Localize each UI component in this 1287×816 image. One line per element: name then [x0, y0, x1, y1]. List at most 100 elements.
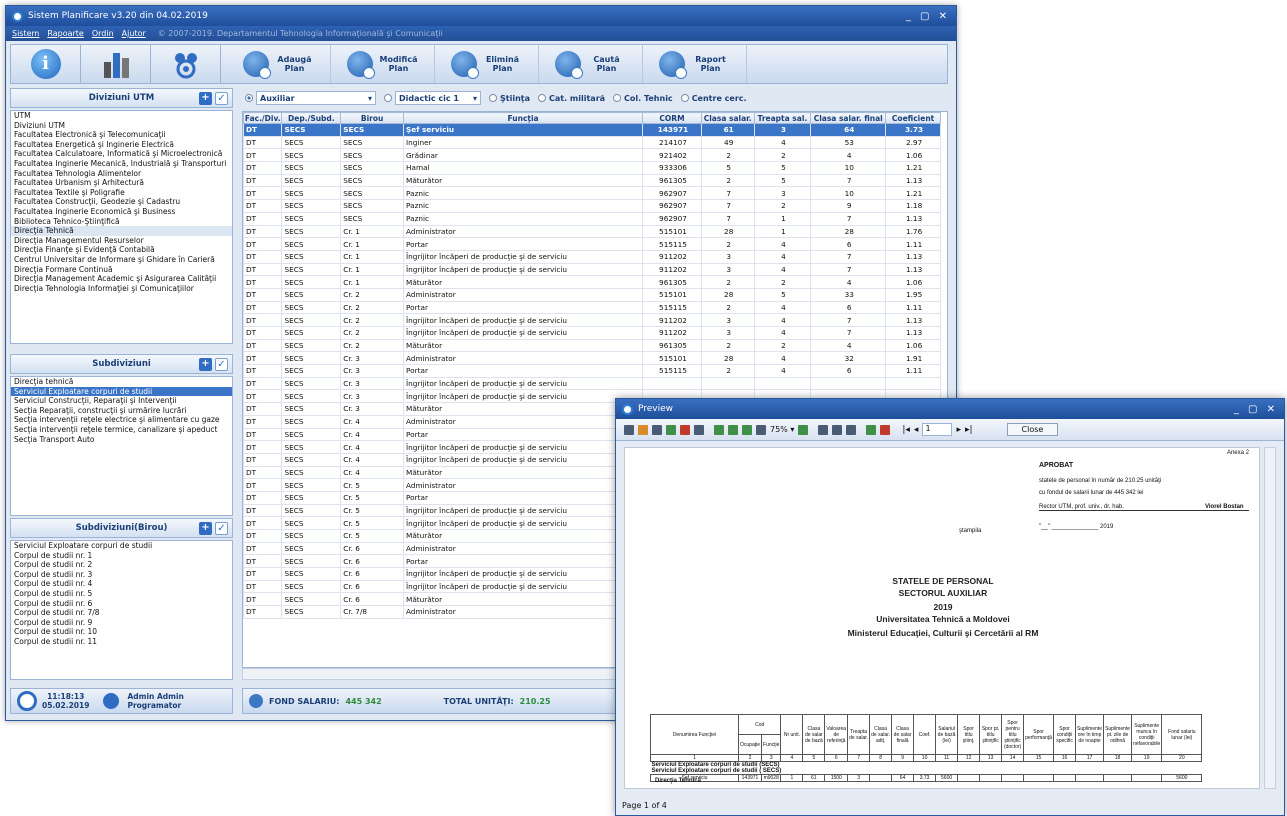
- list-item[interactable]: Facultatea Energetică şi Inginerie Elect…: [11, 140, 232, 150]
- list-item[interactable]: Secţia Reparaţii, construcţii şi urmărir…: [11, 406, 232, 416]
- list-item[interactable]: Serviciul Exploatare corpuri de studii: [11, 541, 232, 551]
- list-item[interactable]: Facultatea Inginerie Economică şi Busine…: [11, 207, 232, 217]
- add-plan-button[interactable]: Adaugă Plan: [227, 45, 331, 83]
- table-row[interactable]: DT SECS Cr. 3 Îngrijitor încăperi de produc…: [243, 376, 941, 391]
- list-item[interactable]: Corpul de studii nr. 4: [11, 579, 232, 589]
- list-item[interactable]: Direcţia Managementul Resurselor: [11, 236, 232, 246]
- list-item[interactable]: Corpul de studii nr. 5: [11, 589, 232, 599]
- menu-ordin[interactable]: Ordin: [92, 29, 114, 38]
- find-icon[interactable]: [694, 424, 704, 435]
- list-item[interactable]: Facultatea Textile şi Poligrafie: [11, 188, 232, 198]
- table-row[interactable]: DT SECS SECS Grădinar 921402 2 2 4 1.06: [243, 148, 941, 163]
- open-icon[interactable]: [638, 424, 648, 435]
- list-item[interactable]: Serviciul Construcţii, Reparaţii şi Inte…: [11, 396, 232, 406]
- menu-sistem[interactable]: Sistem: [12, 29, 39, 38]
- list-item[interactable]: Direcţia Formare Continuă: [11, 265, 232, 275]
- table-row[interactable]: DT SECS Cr. 3 Portar 515115 2 4 6 1.11: [243, 364, 941, 378]
- didactic-select[interactable]: Didactic cic 1 ▾: [395, 91, 481, 105]
- list-item[interactable]: Direcţia Tehnologia Informaţiei şi Comun…: [11, 284, 232, 294]
- list-item[interactable]: Biblioteca Tehnico-Ştiinţifică: [11, 217, 232, 227]
- page-grid-icon[interactable]: [756, 424, 766, 435]
- menu-ajutor[interactable]: Ajutor: [122, 29, 146, 38]
- table-row[interactable]: DT SECS SECS Paznic 962907 7 3 10 1.21: [243, 186, 941, 201]
- column-header[interactable]: Birou: [340, 112, 405, 124]
- list-item[interactable]: Corpul de studii nr. 3: [11, 570, 232, 580]
- list-item[interactable]: Corpul de studii nr. 10: [11, 627, 232, 637]
- edit-icon[interactable]: [866, 424, 877, 435]
- divisions-list[interactable]: UTM Diviziuni UTM Facultatea Electronică ş…: [10, 110, 233, 344]
- search-plan-button[interactable]: Caută Plan: [539, 45, 643, 83]
- table-row[interactable]: DT SECS SECS Paznic 962907 7 1 7 1.13: [243, 211, 941, 226]
- table-row[interactable]: DT SECS SECS Hamal 933306 5 5 10 1.21: [243, 161, 941, 175]
- filter-auxiliar[interactable]: Auxiliar ▾: [245, 91, 376, 105]
- list-item[interactable]: Corpul de studii nr. 7/8: [11, 608, 232, 618]
- birou-list[interactable]: Serviciul Exploatare corpuri de studii Co…: [10, 540, 233, 680]
- table-row[interactable]: DT SECS Cr. 1 Îngrijitor încăperi de produc…: [243, 262, 941, 277]
- column-header[interactable]: Treapta sal.: [753, 112, 812, 124]
- column-header[interactable]: CORM: [642, 112, 702, 124]
- list-item[interactable]: Diviziuni UTM: [11, 121, 232, 131]
- filter-stiinta[interactable]: Ştiinţa: [489, 94, 530, 103]
- save-icon[interactable]: [652, 424, 662, 435]
- column-header[interactable]: Coeficient: [885, 112, 941, 124]
- column-header[interactable]: Dep./Subd.: [281, 112, 342, 124]
- column-header[interactable]: Fac./Div.: [243, 112, 283, 124]
- list-item[interactable]: Secţia intervenţii reţele electrice şi a…: [11, 415, 232, 425]
- confirm-subdivision-button[interactable]: ✓: [215, 358, 228, 371]
- hand-icon[interactable]: [832, 424, 843, 435]
- list-item[interactable]: Direcţia Management Academic şi Asigurar…: [11, 274, 232, 284]
- list-item[interactable]: Serviciul Exploatare corpuri de studii: [11, 386, 232, 397]
- table-row[interactable]: DT SECS SECS Inginer 214107 49 4 53 2.97: [243, 135, 941, 150]
- print-icon[interactable]: [624, 424, 634, 435]
- subdivisions-list[interactable]: Direcţia tehnică Serviciul Exploatare cor…: [10, 376, 233, 516]
- column-header[interactable]: Clasa salar.: [700, 112, 755, 124]
- users-button[interactable]: [151, 45, 221, 83]
- list-item[interactable]: Corpul de studii nr. 9: [11, 618, 232, 628]
- list-item[interactable]: Facultatea Urbanism şi Arhitectură: [11, 178, 232, 188]
- next-page-button[interactable]: ▸: [956, 425, 961, 435]
- menu-rapoarte[interactable]: Rapoarte: [47, 29, 84, 38]
- table-row[interactable]: DT SECS Cr. 3 Administrator 515101 28 4 32 1.91: [243, 351, 941, 366]
- table-row[interactable]: DT SECS Cr. 2 Portar 515115 2 4 6 1.11: [243, 300, 941, 315]
- preview-window-controls[interactable]: _ ▢ ✕: [1234, 404, 1278, 415]
- close-button[interactable]: Close: [1006, 423, 1059, 436]
- auxiliar-select[interactable]: Auxiliar ▾: [256, 91, 376, 105]
- table-row[interactable]: DT SECS Cr. 1 Administrator 515101 28 1 28 1.76: [243, 224, 941, 239]
- filter-cat-militara[interactable]: Cat. militară: [538, 94, 605, 103]
- margins-icon[interactable]: [818, 424, 829, 435]
- window-controls[interactable]: _ ▢ ✕: [906, 11, 950, 22]
- list-item[interactable]: Direcţia tehnică: [11, 377, 232, 387]
- list-item[interactable]: Facultatea Tehnologia Alimentelor: [11, 169, 232, 179]
- column-header[interactable]: Funcţia: [403, 112, 644, 124]
- pdf-icon[interactable]: [680, 424, 690, 435]
- list-item[interactable]: Facultatea Electronică şi Telecomunicaţi…: [11, 130, 232, 140]
- list-item[interactable]: Corpul de studii nr. 1: [11, 551, 232, 561]
- list-item[interactable]: Secţia intervenţii reţele termice, canal…: [11, 425, 232, 435]
- table-row[interactable]: DT SECS SECS Măturător 961305 2 5 7 1.13: [243, 173, 941, 188]
- zoom-icon[interactable]: [846, 424, 857, 435]
- edit-plan-button[interactable]: Modifică Plan: [331, 45, 435, 83]
- list-item[interactable]: Corpul de studii nr. 11: [11, 637, 232, 647]
- list-item[interactable]: Direcţia Tehnică: [11, 226, 232, 236]
- fit-icon[interactable]: [798, 424, 809, 435]
- page-double-icon[interactable]: [728, 424, 738, 435]
- delete-page-icon[interactable]: [880, 424, 891, 435]
- export-icon[interactable]: [666, 424, 676, 435]
- table-row[interactable]: DT SECS Cr. 2 Îngrijitor încăperi de produc…: [243, 326, 941, 340]
- statistics-button[interactable]: [81, 45, 151, 83]
- list-item[interactable]: Secţia Transport Auto: [11, 435, 232, 445]
- confirm-division-button[interactable]: ✓: [215, 92, 228, 105]
- list-item[interactable]: Centrul Universitar de Informare şi Ghid…: [11, 255, 232, 265]
- table-row[interactable]: DT SECS SECS Şef serviciu 143971 61 3 64 3.73: [243, 123, 941, 137]
- list-item[interactable]: Facultatea Construcţii, Geodezie şi Cada…: [11, 197, 232, 207]
- first-page-button[interactable]: |◂: [902, 425, 910, 435]
- list-item[interactable]: Corpul de studii nr. 6: [11, 599, 232, 609]
- list-item[interactable]: Corpul de studii nr. 2: [11, 560, 232, 570]
- info-button[interactable]: i: [11, 45, 81, 83]
- zoom-select[interactable]: 75% ▾: [770, 425, 794, 434]
- table-row[interactable]: DT SECS Cr. 1 Îngrijitor încăperi de produc…: [243, 249, 941, 264]
- list-item[interactable]: Facultatea Inginerie Mecanică, Industria…: [11, 159, 232, 169]
- table-row[interactable]: DT SECS SECS Paznic 962907 7 2 9 1.18: [243, 199, 941, 213]
- list-item[interactable]: UTM: [11, 111, 232, 121]
- confirm-birou-button[interactable]: ✓: [215, 522, 228, 535]
